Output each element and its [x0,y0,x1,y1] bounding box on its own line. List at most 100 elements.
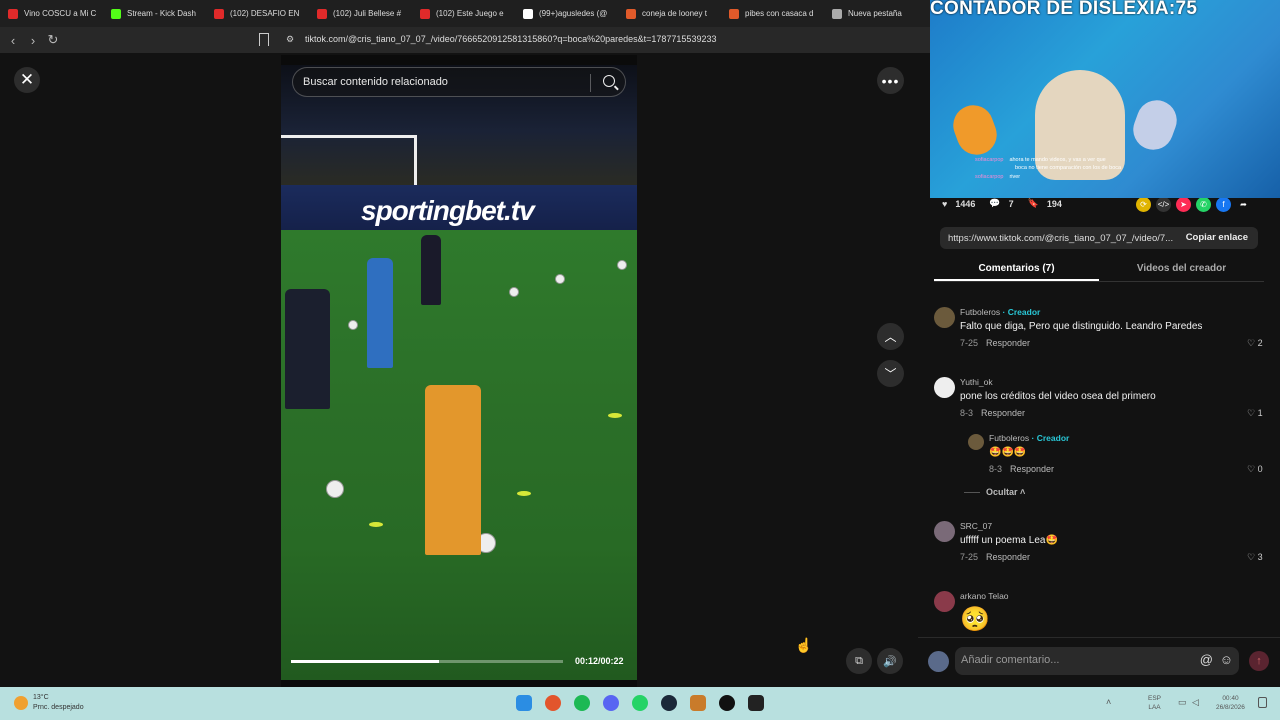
volume-icon[interactable]: ◁ [1192,697,1199,708]
capcut-icon[interactable] [748,695,764,711]
browser-tab[interactable]: Stream - Kick Dash [103,0,206,27]
chevron-up-icon: ︿ [884,330,897,344]
close-button[interactable]: ✕ [14,67,40,93]
network-icon[interactable]: ▭ [1178,697,1187,708]
reply-button[interactable]: Responder [981,408,1025,418]
emoji-icon[interactable]: ☺ [1220,652,1233,667]
send-comment-button[interactable]: ↑ [1249,651,1269,671]
browser-tab[interactable]: Vino COSCU a Mi C [0,0,103,27]
bookmark-icon[interactable]: 🔖 [1028,198,1039,209]
avatar[interactable] [934,591,955,612]
comment-username[interactable]: Yuthi_ok [960,377,993,387]
floating-player-button[interactable]: ⧉ [846,648,872,674]
reply-button[interactable]: Responder [986,338,1030,348]
discord-icon[interactable] [603,695,619,711]
send-icon[interactable]: ➤ [1176,197,1191,212]
previous-video-button[interactable]: ︿ [877,323,904,350]
forward-icon[interactable]: › [23,33,43,48]
likes-count: 1446 [955,198,976,209]
comment-meta: 8-3 Responder [960,408,1025,418]
back-icon[interactable]: ‹ [3,33,23,48]
share-link-box[interactable]: https://www.tiktok.com/@cris_tiano_07_07… [940,227,1258,249]
comment-likes[interactable]: ♡ 0 [1247,464,1263,475]
comment-input-row: Añadir comentario... @ ☺ ↑ [918,637,1280,687]
whatsapp-icon[interactable] [632,695,648,711]
chat-line: sofiacarpop ahora te mando videos, y vas … [975,157,1106,163]
url-text[interactable]: tiktok.com/@cris_tiano_07_07_/video/7666… [305,34,716,44]
search-icon[interactable] [603,75,615,87]
facebook-icon[interactable]: f [1216,197,1231,212]
cone [517,491,531,496]
reload-icon[interactable]: ↻ [43,32,63,48]
bookmark-icon[interactable] [259,33,269,46]
comment-input[interactable]: Añadir comentario... @ ☺ [955,647,1239,675]
tab-creator-videos[interactable]: Videos del creador [1099,258,1264,281]
windows-start-icon[interactable] [516,695,532,711]
browser-tab[interactable]: (99+)agusledes (@ [515,0,618,27]
tiktok-icon[interactable] [719,695,735,711]
browser-tab-bar: Vino COSCU a Mi C Stream - Kick Dash (102)… [0,0,930,27]
related-search-input[interactable]: Buscar contenido relacionado [292,67,626,97]
comment-username[interactable]: SRC_07 [960,521,992,531]
tab-comments[interactable]: Comentarios (7) [934,258,1099,281]
comment-likes[interactable]: ♡ 1 [1247,408,1263,419]
browser-tab[interactable]: (102) Este Juego e [412,0,515,27]
whatsapp-icon[interactable]: ✆ [1196,197,1211,212]
next-video-button[interactable]: ﹀ [877,360,904,387]
like-count: 0 [1257,464,1263,474]
comment-username[interactable]: Futboleros [989,433,1029,443]
reply-button[interactable]: Responder [986,552,1030,562]
spotify-icon[interactable] [574,695,590,711]
repost-icon[interactable]: ⟳ [1136,197,1151,212]
volume-button[interactable]: 🔊 [877,648,903,674]
comment-icon[interactable]: 💬 [989,198,1000,209]
language-indicator[interactable]: ESP LAA [1148,694,1161,712]
comment-likes[interactable]: ♡ 3 [1247,552,1263,563]
comment-username[interactable]: arkano Telao [960,591,1009,601]
steam-icon[interactable] [661,695,677,711]
weather-temp: 13°C [33,694,49,701]
comment-text: 🤩🤩🤩 [989,447,1027,458]
hide-replies-label: Ocultar [986,487,1018,497]
chat-text: boca no tiene comparación con los de boc… [1015,165,1122,171]
lang-code: ESP [1148,695,1162,702]
browser-tab[interactable]: (102) Juli Bellese # [309,0,412,27]
brave-icon[interactable] [545,695,561,711]
avatar[interactable] [934,307,955,328]
more-options-button[interactable]: ••• [877,67,904,94]
mention-icon[interactable]: @ [1200,652,1213,667]
browser-tab[interactable]: pibes con casaca d [721,0,824,27]
heart-icon[interactable]: ♥ [942,199,947,209]
avatar[interactable] [934,521,955,542]
ball [617,260,627,270]
browser-tab[interactable]: (102) DESAFIO EN [206,0,309,27]
avatar[interactable] [928,651,949,672]
share-icon[interactable]: ➦ [1236,197,1251,212]
weather-widget[interactable]: 13°C Prnc. despejado [33,693,84,713]
video-progress-bar[interactable] [291,660,563,663]
taskbar-apps [516,695,764,711]
avatar[interactable] [968,434,984,450]
app-icon[interactable] [690,695,706,711]
reply-button[interactable]: Responder [1010,464,1054,474]
tray-chevron-icon[interactable]: ˄ [1106,697,1111,707]
like-count: 3 [1257,552,1263,562]
weather-desc: Prnc. despejado [33,704,84,711]
search-placeholder: Buscar contenido relacionado [303,76,448,88]
browser-tab[interactable]: coneja de looney t [618,0,721,27]
comment-likes[interactable]: ♡ 2 [1247,338,1263,349]
chevron-down-icon: ﹀ [884,367,897,381]
embed-icon[interactable]: </> [1156,197,1171,212]
video-player[interactable]: sportingbet.tv [281,55,637,687]
avatar[interactable] [934,377,955,398]
tab-favicon-icon [523,8,533,19]
copy-link-button[interactable]: Copiar enlace [1186,232,1248,243]
hide-replies-button[interactable]: Ocultar ˄ [964,487,1025,497]
browser-tab[interactable]: Nueva pestaña [824,0,927,27]
weather-icon[interactable] [14,696,28,710]
system-clock[interactable]: 00:40 26/8/2026 [1216,694,1245,712]
site-info-icon[interactable]: ⚙ [286,34,294,45]
comment-username[interactable]: Futboleros [960,307,1000,317]
notification-icon[interactable] [1258,697,1267,708]
comment-date: 7-25 [960,338,979,348]
